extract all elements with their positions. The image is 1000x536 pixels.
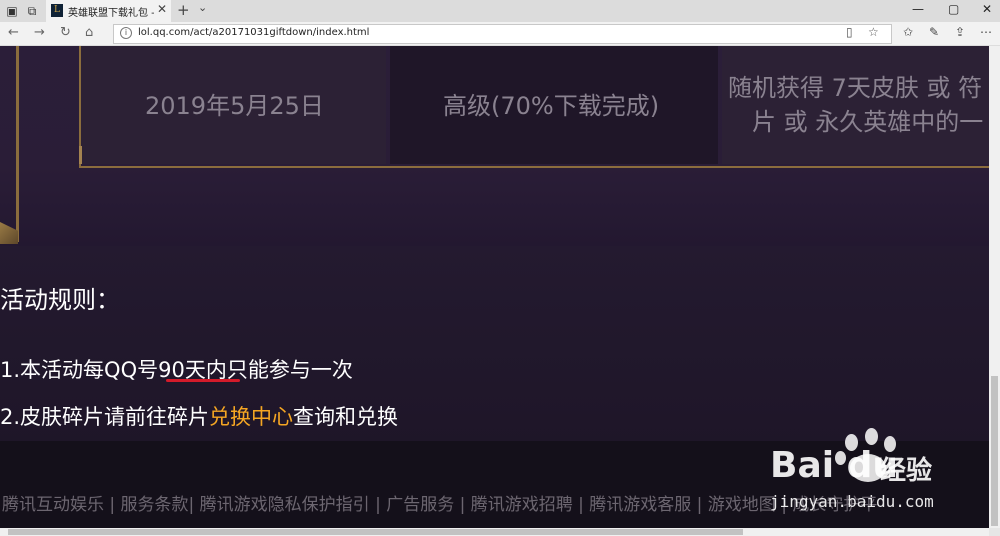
rule-1-suffix: 只能参与一次 <box>226 358 353 382</box>
rule-2-suffix: 查询和兑换 <box>293 405 399 429</box>
minimize-button[interactable]: — <box>912 2 924 16</box>
exchange-center-link[interactable]: 兑换中心 <box>209 405 293 429</box>
url-text: lol.qq.com/act/a20171031giftdown/index.h… <box>138 27 370 38</box>
close-window-button[interactable]: ✕ <box>982 2 992 16</box>
rule-1-prefix: 1.本活动每QQ号 <box>0 358 159 382</box>
favorites-hub-icon[interactable]: ✩ <box>903 25 913 39</box>
home-button[interactable]: ⌂ <box>85 25 93 40</box>
reward-description-line2: 片 或 永久英雄中的一 <box>752 108 984 136</box>
rule-2-prefix: 2.皮肤碎片请前往碎片 <box>0 405 210 429</box>
tab-bar: ▣ ⧉ L 英雄联盟下载礼包 - 英雄 ✕ + ⌄ — ▢ ✕ <box>0 0 1000 22</box>
reward-level: 高级(70%下载完成) <box>443 92 660 120</box>
lol-favicon-icon: L <box>51 4 63 17</box>
favorite-star-icon[interactable]: ☆ <box>868 25 879 39</box>
forward-button[interactable]: → <box>34 25 45 40</box>
navigation-bar: ← → ↻ ⌂ i lol.qq.com/act/a20171031giftdo… <box>0 22 1000 46</box>
page-content: 2019年5月25日 高级(70%下载完成) 随机获得 7天皮肤 或 符 片 或… <box>0 46 989 528</box>
back-button[interactable]: ← <box>8 25 19 40</box>
chevron-down-icon[interactable]: ⌄ <box>198 1 207 14</box>
scrollbar-corner <box>989 528 1000 536</box>
new-tab-button[interactable]: + <box>177 1 190 19</box>
baidu-watermark-logo: Bai du <box>770 445 899 486</box>
browser-tab[interactable]: L 英雄联盟下载礼包 - 英雄 ✕ <box>46 0 171 22</box>
window-stack-icon[interactable]: ▣ <box>4 3 20 19</box>
red-underline-annotation <box>166 379 240 382</box>
tab-close-icon[interactable]: ✕ <box>157 2 167 16</box>
footer-links[interactable]: 腾讯互动娱乐 | 服务条款| 腾讯游戏隐私保护指引 | 广告服务 | 腾讯游戏招… <box>2 490 877 515</box>
maximize-button[interactable]: ▢ <box>948 2 959 16</box>
tab-restore-icon[interactable]: ⧉ <box>24 3 40 19</box>
more-options-icon[interactable]: ⋯ <box>980 25 992 39</box>
vertical-scrollbar-thumb[interactable] <box>991 376 998 526</box>
horizontal-scrollbar[interactable] <box>0 528 989 536</box>
reward-date: 2019年5月25日 <box>145 92 324 120</box>
baidu-watermark-url: jingyan.baidu.com <box>770 492 934 511</box>
address-bar[interactable]: i lol.qq.com/act/a20171031giftdown/index… <box>113 24 892 44</box>
info-icon[interactable]: i <box>120 27 132 39</box>
web-note-icon[interactable]: ✎ <box>929 25 939 39</box>
reading-view-icon[interactable]: ▯ <box>846 25 853 39</box>
tab-title: 英雄联盟下载礼包 - 英雄 <box>68 8 154 19</box>
baidu-watermark-jingyan: 经验 <box>880 456 933 486</box>
share-icon[interactable]: ⇪ <box>955 25 965 39</box>
gold-corner-ornament <box>79 146 94 164</box>
rule-2: 2.皮肤碎片请前往碎片兑换中心查询和兑换 <box>0 401 398 431</box>
rules-title: 活动规则： <box>0 286 120 314</box>
horizontal-scrollbar-thumb[interactable] <box>8 529 743 535</box>
refresh-button[interactable]: ↻ <box>60 25 71 40</box>
reward-description-line1: 随机获得 7天皮肤 或 符 <box>728 74 983 102</box>
vertical-scrollbar[interactable] <box>989 46 1000 528</box>
gold-frame-left <box>0 46 19 242</box>
